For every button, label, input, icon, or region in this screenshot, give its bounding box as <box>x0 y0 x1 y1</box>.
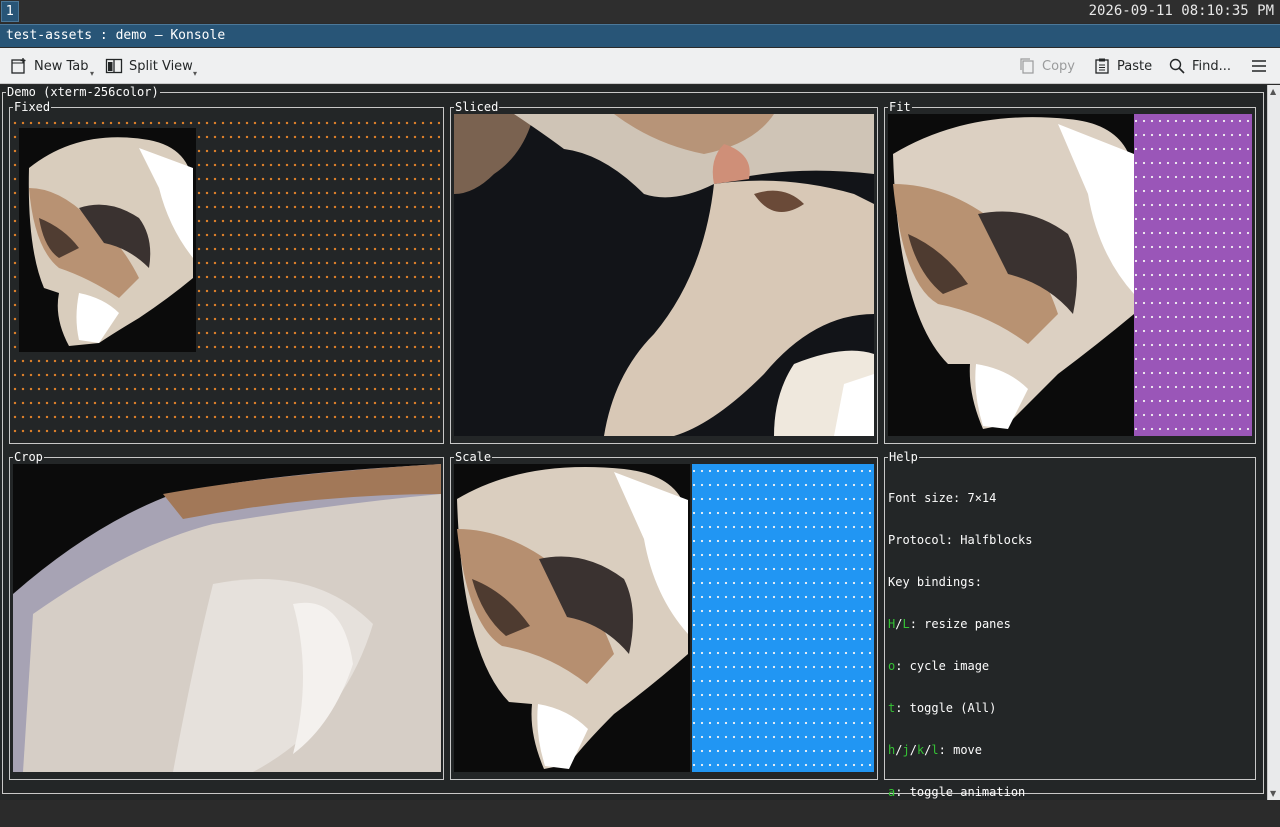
pane-scale[interactable]: Scale <box>450 450 878 780</box>
crop-image <box>13 464 441 772</box>
split-view-button[interactable]: Split View <box>105 55 193 77</box>
fixed-image <box>19 128 196 352</box>
split-view-icon <box>105 57 123 75</box>
pane-fit-title: Fit <box>888 100 912 114</box>
paste-icon <box>1093 57 1111 75</box>
status-bar: 1 2026-09-11 08:10:35 PM <box>0 0 1280 23</box>
help-binding-resize: H/L: resize panes <box>888 617 1011 631</box>
clock: 2026-09-11 08:10:35 PM <box>1088 3 1274 19</box>
pane-sliced[interactable]: Sliced <box>450 100 878 444</box>
hamburger-menu-icon <box>1250 57 1268 75</box>
pane-fixed-title: Fixed <box>13 100 52 114</box>
scale-text-stream <box>692 464 874 772</box>
help-binding-move: h/j/k/l: move <box>888 743 982 757</box>
pane-fit[interactable]: Fit <box>884 100 1256 444</box>
pane-help: Help Font size: 7×14 Protocol: Halfblock… <box>884 450 1256 799</box>
new-tab-dropdown-icon[interactable]: ▾ <box>90 69 94 78</box>
sliced-image <box>454 114 874 436</box>
konsole-toolbar: New Tab ▾ Split View ▾ Copy Paste Find..… <box>0 48 1280 84</box>
help-protocol: Protocol: Halfblocks <box>888 533 1033 547</box>
help-binding-cycle: o: cycle image <box>888 659 990 673</box>
pane-scale-title: Scale <box>454 450 493 464</box>
copy-button[interactable]: Copy <box>1018 55 1075 77</box>
scale-image <box>454 464 690 772</box>
help-binding-animation: a: toggle animation <box>888 785 1026 799</box>
scroll-down-icon[interactable]: ▼ <box>1270 789 1276 798</box>
pane-crop[interactable]: Crop <box>9 450 444 780</box>
terminal-block-title: Demo (xterm-256color) <box>6 85 160 99</box>
paste-label: Paste <box>1117 58 1153 74</box>
pane-help-title: Help <box>888 450 919 464</box>
scrollbar[interactable]: ▲ ▼ <box>1267 85 1280 800</box>
split-view-dropdown-icon[interactable]: ▾ <box>193 69 197 78</box>
new-tab-icon <box>10 57 28 75</box>
help-key-bindings-heading: Key bindings: <box>888 575 982 589</box>
fit-image <box>888 114 1134 436</box>
window-title: test-assets : demo — Konsole <box>0 24 1280 47</box>
pane-crop-title: Crop <box>13 450 44 464</box>
copy-label: Copy <box>1042 58 1075 74</box>
hamburger-menu-button[interactable] <box>1250 55 1268 77</box>
help-binding-toggle: t: toggle (All) <box>888 701 997 715</box>
split-view-label: Split View <box>129 58 193 74</box>
paste-button[interactable]: Paste <box>1093 55 1152 77</box>
pane-fixed[interactable]: Fixed <box>9 100 444 444</box>
pane-sliced-title: Sliced <box>454 100 500 114</box>
new-tab-label: New Tab <box>34 58 89 74</box>
workspace-indicator[interactable]: 1 <box>1 1 19 22</box>
fit-text-stream <box>1134 114 1252 436</box>
find-button[interactable]: Find... <box>1168 55 1231 77</box>
help-font-size: Font size: 7×14 <box>888 491 997 505</box>
find-label: Find... <box>1192 58 1232 74</box>
terminal-view[interactable]: Demo (xterm-256color) ▲ ▼ Fixed Sliced F… <box>0 85 1280 800</box>
scroll-up-icon[interactable]: ▲ <box>1270 87 1276 96</box>
help-text: Font size: 7×14 Protocol: Halfblocks Key… <box>888 463 1033 827</box>
copy-icon <box>1018 57 1036 75</box>
new-tab-button[interactable]: New Tab <box>10 55 89 77</box>
search-icon <box>1168 57 1186 75</box>
